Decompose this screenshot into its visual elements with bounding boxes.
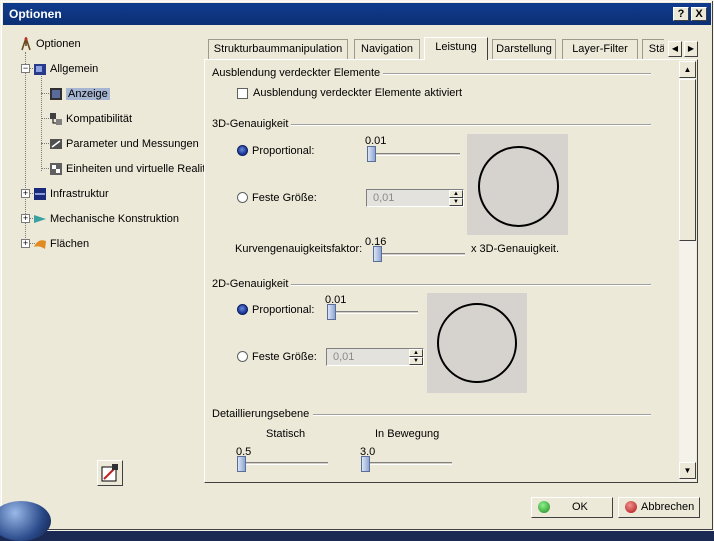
slider-2d-proportional[interactable] (327, 304, 336, 320)
label-3d-fixed: Feste Größe: (252, 192, 317, 204)
expand-toggle-mechanik[interactable]: + (21, 214, 30, 223)
scroll-thumb[interactable] (679, 79, 696, 241)
hidden-elements-checkbox[interactable] (237, 88, 248, 99)
tree-item-parameter[interactable]: Parameter und Messungen (49, 135, 199, 153)
radio-2d-proportional[interactable] (237, 304, 248, 315)
spin-up-icon[interactable]: ▲ (449, 190, 463, 198)
earth-logo (0, 501, 51, 541)
options-dialog: Optionen ? X Optionen − Allgemein Anzeig… (0, 0, 714, 541)
cancel-button[interactable]: Abbrechen (618, 497, 700, 518)
spin-down-icon[interactable]: ▼ (409, 357, 423, 365)
tree-root[interactable]: Optionen (19, 35, 81, 53)
circle-preview-3d (478, 146, 559, 227)
window-title: Optionen (9, 7, 62, 21)
tab-panel-leistung: Ausblendung verdeckter Elemente Ausblend… (204, 59, 698, 483)
radio-2d-fixed[interactable] (237, 351, 248, 362)
tree-item-anzeige-label: Anzeige (66, 88, 110, 100)
tree-item-infrastruktur-label: Infrastruktur (50, 188, 109, 200)
spin-down-icon[interactable]: ▼ (449, 198, 463, 206)
input-3d-fixed[interactable]: 0,01 ▲ ▼ (366, 189, 464, 207)
tree-item-kompatibilitaet-label: Kompatibilität (66, 113, 133, 125)
units-icon (49, 162, 63, 176)
tree-item-mechanik-label: Mechanische Konstruktion (50, 213, 180, 225)
label-2d-fixed: Feste Größe: (252, 351, 317, 363)
cancel-icon (625, 501, 637, 513)
tree-item-infrastruktur[interactable]: Infrastruktur (33, 185, 109, 203)
preview-3d (467, 134, 568, 235)
group-title-2d: 2D-Genauigkeit (212, 278, 289, 290)
display-icon (49, 87, 63, 101)
group-title-detail: Detaillierungsebene (212, 408, 310, 420)
circle-preview-2d (437, 303, 517, 383)
expand-toggle-allgemein[interactable]: − (21, 64, 30, 73)
ok-icon (538, 501, 550, 513)
slider-detail-moving[interactable] (361, 456, 370, 472)
tree-item-allgemein[interactable]: Allgemein (33, 60, 98, 78)
group-title-3d: 3D-Genauigkeit (212, 118, 289, 130)
title-bar: Optionen ? X (3, 3, 711, 25)
cancel-label: Abbrechen (641, 501, 695, 513)
tab-scroll-right-icon[interactable]: ▶ (684, 41, 698, 57)
input-2d-fixed[interactable]: 0,01 ▲ ▼ (326, 348, 424, 366)
radio-3d-fixed[interactable] (237, 192, 248, 203)
compass-icon (19, 35, 33, 51)
expand-toggle-flaechen[interactable]: + (21, 239, 30, 248)
preview-2d (427, 293, 527, 393)
compatibility-icon (49, 112, 63, 126)
label-detail-static: Statisch (266, 428, 306, 440)
tree-item-einheiten[interactable]: Einheiten und virtuelle Realit (49, 160, 205, 178)
scroll-up-icon[interactable]: ▲ (679, 61, 696, 78)
close-button[interactable]: X (691, 7, 707, 21)
tab-navigation[interactable]: Navigation (354, 39, 420, 60)
hidden-elements-label: Ausblendung verdeckter Elemente aktivier… (253, 87, 463, 99)
spin-up-icon[interactable]: ▲ (409, 349, 423, 357)
infrastructure-icon (33, 187, 47, 201)
curve-factor-suffix: x 3D-Genauigkeit. (471, 243, 560, 255)
tree-root-label: Optionen (36, 38, 81, 50)
tree-item-anzeige[interactable]: Anzeige (49, 85, 110, 103)
tree-item-einheiten-label: Einheiten und virtuelle Realit (66, 163, 206, 175)
scroll-down-icon[interactable]: ▼ (679, 462, 696, 479)
label-curve-factor: Kurvengenauigkeitsfaktor: (235, 243, 363, 255)
tree-item-mechanik[interactable]: Mechanische Konstruktion (33, 210, 179, 228)
tree-item-kompatibilitaet[interactable]: Kompatibilität (49, 110, 132, 128)
label-3d-proportional: Proportional: (252, 145, 315, 157)
label-detail-moving: In Bewegung (375, 428, 440, 440)
mechanical-design-icon (33, 212, 47, 226)
parameter-icon (49, 137, 63, 151)
tab-darstellung[interactable]: Darstellung (492, 39, 556, 60)
ok-label: OK (572, 501, 588, 513)
tab-staerke[interactable]: Stä (642, 39, 664, 60)
tree-item-allgemein-label: Allgemein (50, 63, 99, 75)
slider-detail-static[interactable] (237, 456, 246, 472)
tree-item-flaechen-label: Flächen (50, 238, 90, 250)
tab-scroll-left-icon[interactable]: ◀ (668, 41, 682, 57)
options-tree: Optionen − Allgemein Anzeige Kompatibili… (11, 32, 205, 492)
slider-3d-proportional[interactable] (367, 146, 376, 162)
tab-strip: Strukturbaummanipulation Navigation Leis… (206, 37, 664, 60)
radio-3d-proportional[interactable] (237, 145, 248, 156)
expand-toggle-infrastruktur[interactable]: + (21, 189, 30, 198)
help-button[interactable]: ? (673, 7, 689, 21)
general-settings-icon (33, 62, 47, 76)
ok-button[interactable]: OK (531, 497, 613, 518)
slider-curve-factor[interactable] (373, 246, 382, 262)
panel-content: Ausblendung verdeckter Elemente Ausblend… (205, 60, 677, 482)
group-title-hidden: Ausblendung verdeckter Elemente (212, 67, 381, 79)
tab-layer-filter[interactable]: Layer-Filter (562, 39, 638, 60)
tab-leistung[interactable]: Leistung (424, 37, 488, 60)
tree-item-parameter-label: Parameter und Messungen (66, 138, 199, 150)
surfaces-icon (33, 237, 47, 251)
panel-scrollbar[interactable]: ▲ ▼ (679, 61, 696, 481)
tree-item-flaechen[interactable]: Flächen (33, 235, 89, 253)
settings-lock-icon[interactable] (97, 460, 123, 486)
label-2d-proportional: Proportional: (252, 304, 315, 316)
tab-strukturbaum[interactable]: Strukturbaummanipulation (208, 39, 348, 60)
